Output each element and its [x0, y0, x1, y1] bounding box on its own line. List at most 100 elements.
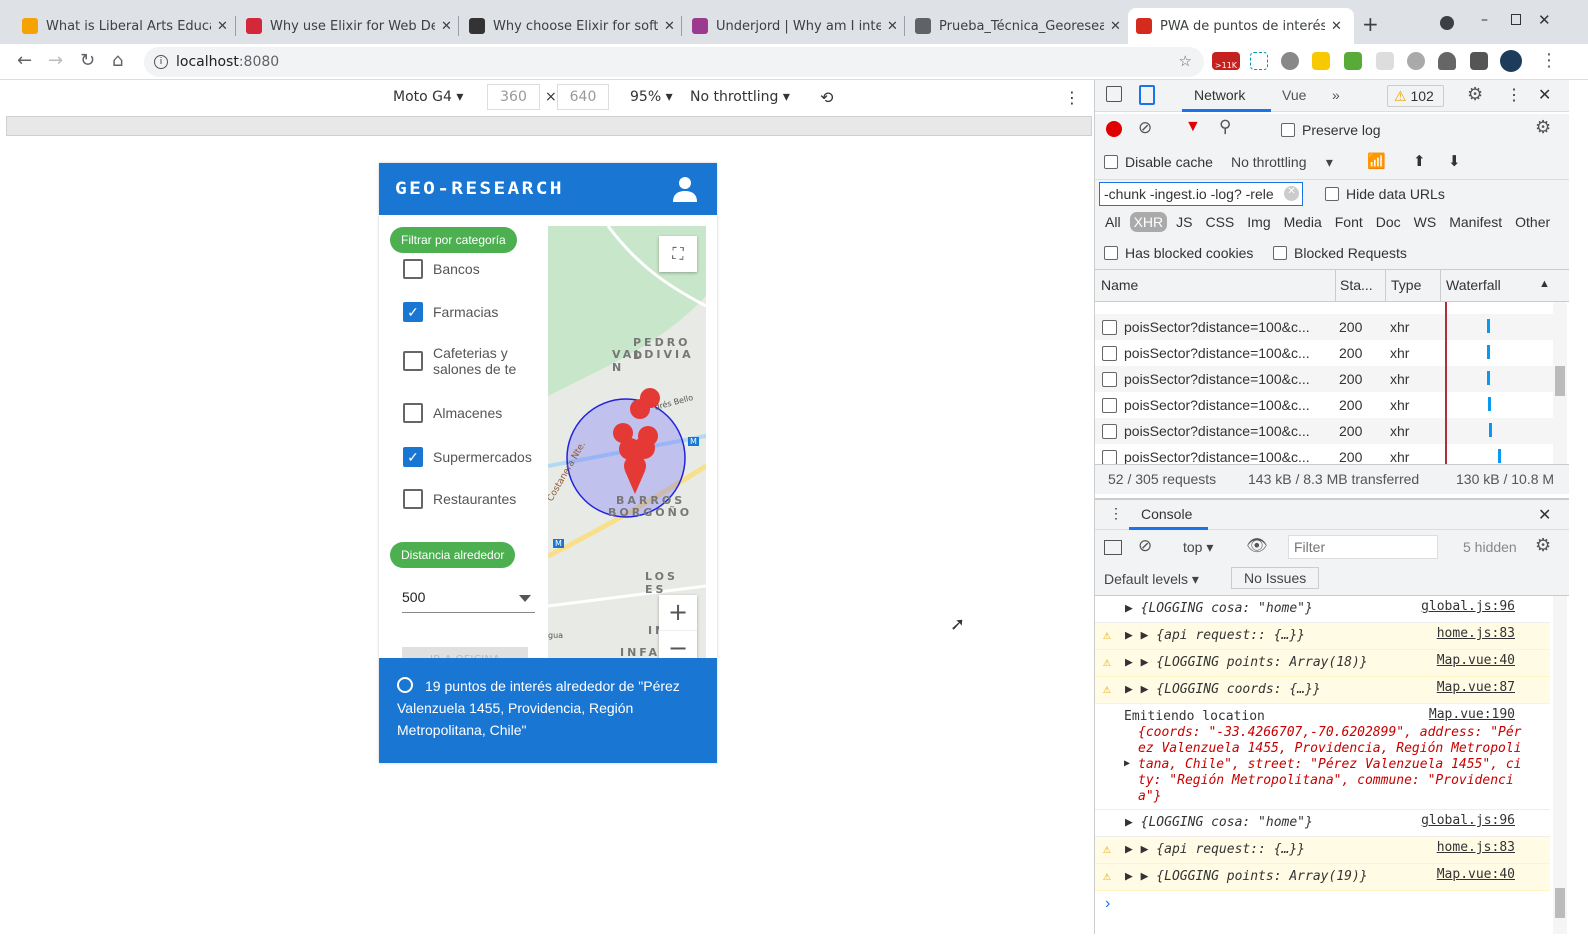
tab-console[interactable]: Console [1141, 506, 1192, 522]
record-icon[interactable] [1106, 121, 1122, 137]
profile-menu-icon[interactable] [1440, 16, 1454, 30]
device-more-icon[interactable]: ⋮ [1064, 88, 1080, 107]
clear-console-icon[interactable]: ⊘ [1138, 536, 1152, 556]
column-status[interactable]: Sta... [1335, 270, 1377, 302]
drawer-menu-icon[interactable]: ⋮ [1109, 505, 1123, 522]
type-filter-css[interactable]: CSS [1201, 212, 1238, 232]
preserve-log-checkbox[interactable]: Preserve log [1281, 122, 1381, 138]
live-expression-eye-icon[interactable]: 👁 [1246, 536, 1268, 556]
browser-tab[interactable]: What is Liberal Arts Educati ✕ [14, 8, 236, 44]
blocked-requests-checkbox[interactable]: Blocked Requests [1273, 245, 1407, 261]
close-window-button[interactable]: ✕ [1538, 11, 1551, 29]
throttling-select[interactable]: No throttling ▾ [690, 89, 790, 105]
checkbox[interactable] [403, 351, 423, 371]
category-checkbox[interactable]: Cafeterias y salones de te [403, 345, 543, 377]
request-row[interactable]: poisSector?distance=100&c... 200 xhr [1095, 444, 1553, 464]
type-filter-other[interactable]: Other [1511, 212, 1554, 232]
width-input[interactable]: 360 [487, 84, 540, 110]
type-filter-img[interactable]: Img [1243, 212, 1274, 232]
network-settings-icon[interactable]: ⚙ [1535, 117, 1551, 138]
extensions-puzzle-icon[interactable] [1470, 52, 1488, 70]
console-message[interactable]: ⚠ ▶ ▶ {api request:: {…}} home.js:83 [1095, 837, 1550, 864]
maximize-button[interactable] [1511, 14, 1521, 25]
distance-select[interactable]: 500 [402, 589, 535, 613]
type-filter-ws[interactable]: WS [1410, 212, 1441, 232]
checkbox[interactable]: ✓ [403, 302, 423, 322]
source-link[interactable]: Map.vue:40 [1437, 867, 1515, 882]
network-filter-input[interactable]: -chunk -ingest.io -log? -rele ✕ [1099, 182, 1303, 206]
disable-cache-checkbox[interactable]: Disable cache [1104, 154, 1213, 170]
devtools-menu-icon[interactable]: ⋮ [1506, 85, 1522, 105]
has-blocked-cookies-checkbox[interactable]: Has blocked cookies [1104, 245, 1253, 261]
console-message[interactable]: ⚠ ▶ ▶ {LOGGING points: Array(19)} Map.vue:… [1095, 864, 1550, 891]
column-type[interactable]: Type [1385, 270, 1426, 302]
request-row[interactable]: poisSector?distance=100&c... 200 xhr [1095, 418, 1553, 444]
extension-gear-icon[interactable] [1281, 52, 1299, 70]
console-message[interactable]: ▶ {LOGGING cosa: "home"} global.js:96 [1095, 596, 1550, 623]
device-toolbar-icon[interactable] [1139, 85, 1155, 105]
console-filter-input[interactable] [1288, 535, 1438, 559]
user-account-icon[interactable] [673, 176, 697, 202]
request-row[interactable]: poisSector?distance=100&c... 200 xhr [1095, 340, 1553, 366]
browser-tab[interactable]: Why use Elixir for Web Deve ✕ [238, 8, 460, 44]
zoom-out-button[interactable]: − [659, 631, 697, 659]
request-row[interactable]: poisSector?distance=100&c... 200 xhr [1095, 392, 1553, 418]
warnings-badge[interactable]: ⚠ 102 [1387, 85, 1444, 107]
clear-filter-icon[interactable]: ✕ [1284, 186, 1299, 201]
bookmark-star-icon[interactable]: ☆ [1179, 52, 1192, 70]
console-message[interactable]: ⚠ ▶ ▶ {LOGGING coords: {…}} Map.vue:87 [1095, 677, 1550, 704]
type-filter-font[interactable]: Font [1331, 212, 1367, 232]
close-drawer-icon[interactable]: ✕ [1538, 505, 1551, 525]
request-row[interactable]: poisSector?distance=100&c... 200 xhr [1095, 314, 1553, 340]
new-tab-button[interactable]: + [1362, 12, 1379, 36]
source-link[interactable]: global.js:96 [1421, 599, 1515, 614]
zoom-in-button[interactable]: + [659, 595, 697, 631]
reload-button[interactable]: ↻ [80, 50, 95, 71]
network-conditions-icon[interactable]: 📶 [1367, 152, 1386, 170]
extension-m-icon[interactable] [1312, 52, 1330, 70]
extension-gauge-icon[interactable] [1438, 52, 1456, 70]
console-message[interactable]: Emitiendo location Map.vue:190 ▶ {coords: "… [1095, 704, 1550, 810]
checkbox[interactable] [403, 403, 423, 423]
device-select[interactable]: Moto G4 ▾ [393, 89, 463, 105]
browser-tab[interactable]: PWA de puntos de interés ✕ [1128, 8, 1354, 44]
console-prompt[interactable]: › [1105, 895, 1110, 913]
close-tab-icon[interactable]: ✕ [1110, 19, 1121, 34]
type-filter-xhr[interactable]: XHR [1129, 212, 1168, 232]
type-filter-doc[interactable]: Doc [1372, 212, 1405, 232]
console-message[interactable]: ⚠ ▶ ▶ {LOGGING points: Array(18)} Map.vue:… [1095, 650, 1550, 677]
forward-button[interactable]: → [48, 50, 63, 71]
network-throttling-select[interactable]: No throttling ▾ [1231, 154, 1333, 171]
issues-button[interactable]: No Issues [1231, 567, 1320, 589]
category-checkbox[interactable]: Bancos [403, 259, 543, 279]
extension-circle-icon[interactable] [1407, 52, 1425, 70]
console-settings-icon[interactable]: ⚙ [1535, 535, 1551, 556]
tab-network[interactable]: Network [1194, 87, 1245, 103]
category-checkbox[interactable]: Restaurantes [403, 489, 543, 509]
inspect-element-icon[interactable] [1106, 86, 1122, 102]
map[interactable]: PEDRO D VALDIVIA N BARROS BORGOÑO LOS ES… [548, 226, 706, 659]
close-tab-icon[interactable]: ✕ [664, 19, 675, 34]
context-select[interactable]: top ▾ [1183, 539, 1213, 556]
filter-category-chip[interactable]: Filtrar por categoría [390, 227, 517, 253]
close-tab-icon[interactable]: ✕ [1331, 19, 1342, 34]
request-row[interactable]: poisSector?distance=100&c... 200 xhr [1095, 366, 1553, 392]
back-button[interactable]: ← [17, 50, 32, 71]
address-bar[interactable]: i localhost:8080 ☆ [144, 47, 1204, 77]
minimize-button[interactable]: – [1481, 12, 1488, 28]
category-checkbox[interactable]: ✓ Supermercados [403, 447, 543, 467]
height-input[interactable]: 640 [557, 84, 609, 110]
requests-scrollbar[interactable] [1553, 302, 1567, 464]
column-waterfall[interactable]: Waterfall [1440, 270, 1506, 302]
extension-n-icon[interactable] [1250, 52, 1268, 70]
category-checkbox[interactable]: ✓ Farmacias [403, 302, 543, 322]
checkbox[interactable]: ✓ [403, 447, 423, 467]
rotate-icon[interactable]: ⟲ [820, 88, 833, 107]
source-link[interactable]: Map.vue:87 [1437, 680, 1515, 695]
source-link[interactable]: home.js:83 [1437, 840, 1515, 855]
sort-ascending-icon[interactable]: ▲ [1539, 278, 1550, 290]
source-link[interactable]: Map.vue:190 [1429, 707, 1515, 722]
search-icon[interactable]: ⚲ [1219, 117, 1231, 137]
filter-icon[interactable]: ▼ [1185, 118, 1201, 136]
fullscreen-button[interactable]: ⛶ [659, 236, 697, 272]
